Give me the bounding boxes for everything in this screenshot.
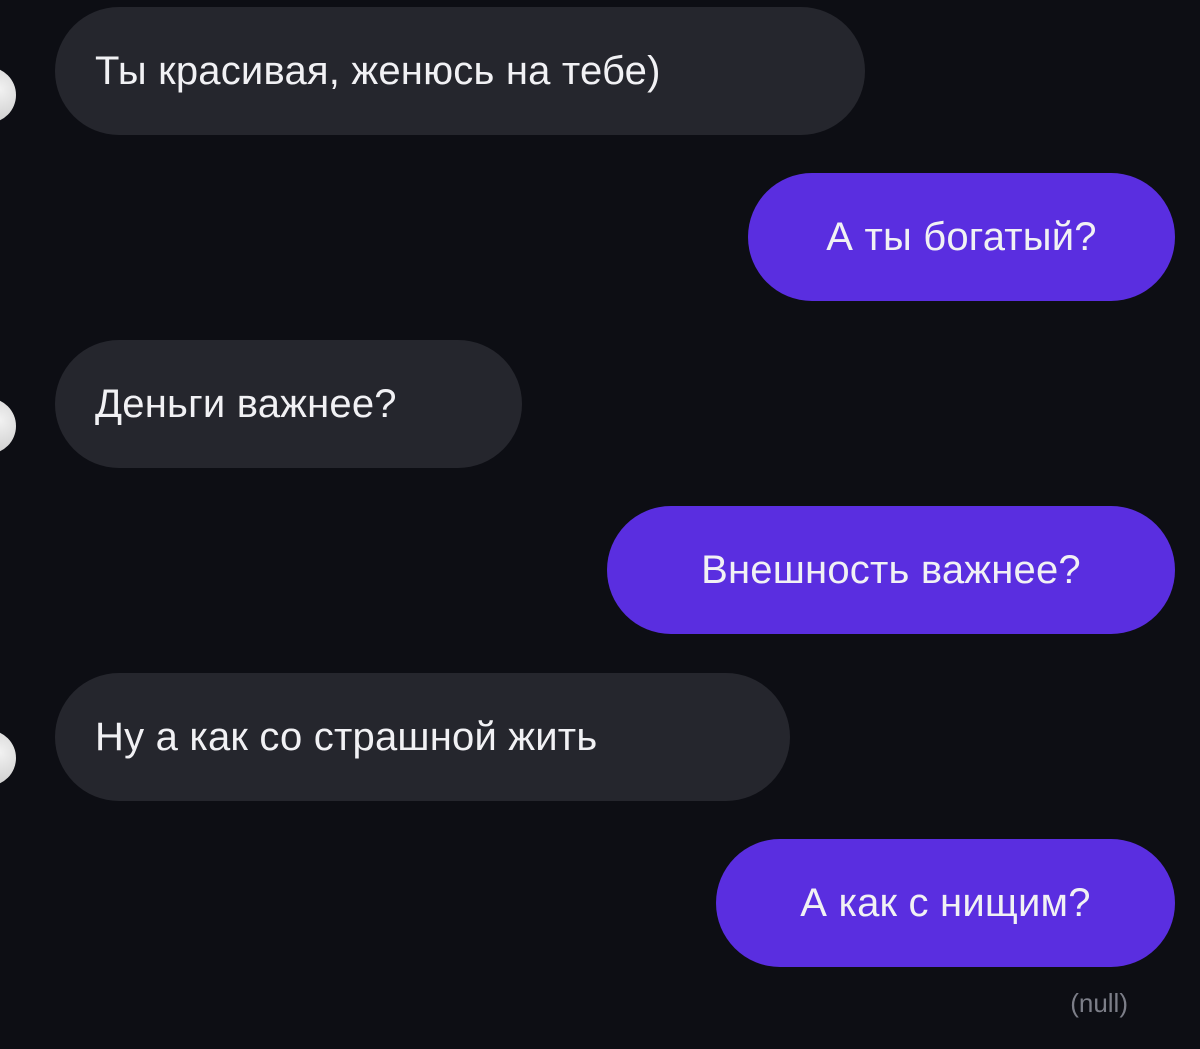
sender-avatar[interactable] [0, 67, 16, 123]
outgoing-message[interactable]: А как с нищим? [716, 839, 1175, 967]
sender-avatar[interactable] [0, 398, 16, 454]
outgoing-message[interactable]: Внешность важнее? [607, 506, 1175, 634]
message-status: (null) [1070, 988, 1128, 1018]
incoming-message[interactable]: Ну а как со страшной жить [55, 673, 790, 801]
outgoing-message[interactable]: А ты богатый? [748, 173, 1175, 301]
incoming-message[interactable]: Ты красивая, женюсь на тебе) [55, 7, 865, 135]
sender-avatar[interactable] [0, 730, 16, 786]
incoming-message[interactable]: Деньги важнее? [55, 340, 522, 468]
